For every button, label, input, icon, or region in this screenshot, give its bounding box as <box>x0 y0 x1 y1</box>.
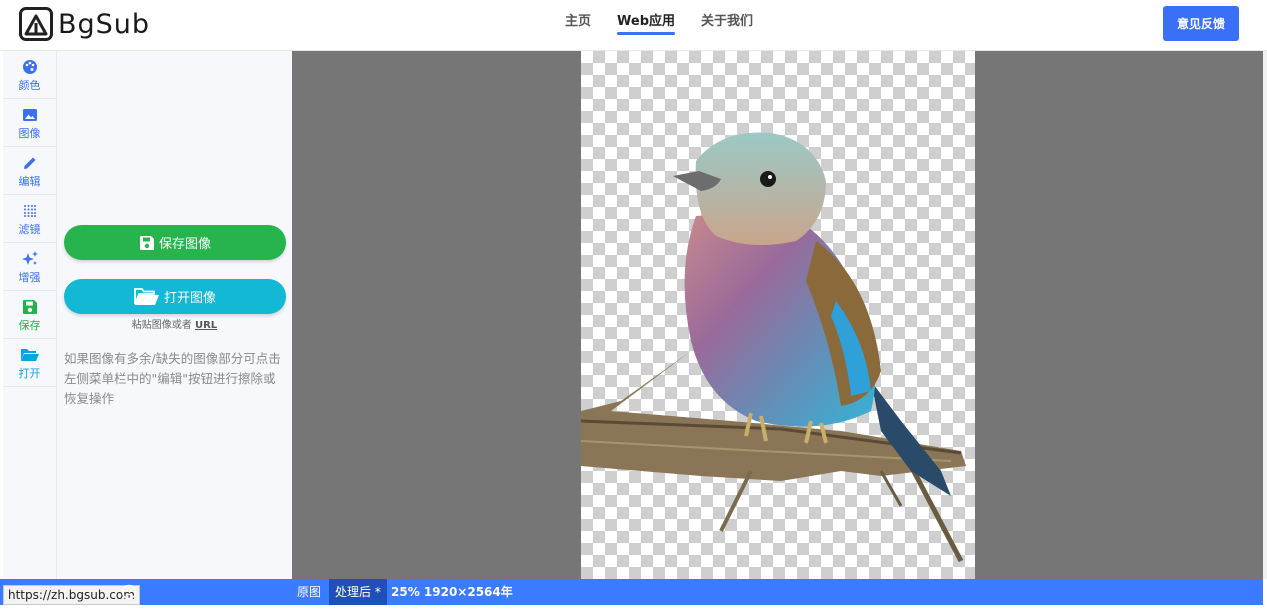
status-bar: https://zh.bgsub.com 原图 处理后 * 25% 1920×2… <box>0 579 1263 605</box>
tool-sidebar: 颜色 图像 编辑 滤镜 增强 保存 打开 <box>3 51 57 579</box>
edit-tip-text: 如果图像有多余/缺失的图像部分可点击左侧菜单栏中的"编辑"按钮进行擦除或恢复操作 <box>64 351 281 406</box>
link-url-tooltip: https://zh.bgsub.com <box>3 585 140 605</box>
logo[interactable]: BgSub <box>19 6 150 42</box>
tool-save-label: 保存 <box>18 318 41 332</box>
logo-icon <box>19 7 53 41</box>
sad-face-icon[interactable] <box>121 584 137 603</box>
tool-save[interactable]: 保存 <box>3 291 56 339</box>
tool-color-label: 颜色 <box>18 78 41 92</box>
vertical-scrollbar[interactable] <box>1263 51 1267 579</box>
folder-open-icon <box>134 287 160 306</box>
tab-original-image[interactable]: 原图 <box>297 579 321 605</box>
pencil-icon <box>22 153 38 173</box>
tool-enhance[interactable]: 增强 <box>3 243 56 291</box>
tool-image-label: 图像 <box>18 126 41 140</box>
image-canvas[interactable] <box>292 51 1263 579</box>
logo-text: BgSub <box>58 8 151 40</box>
nav-web-app[interactable]: Web应用 <box>617 0 676 51</box>
filter-grid-icon <box>22 201 38 221</box>
floppy-disk-icon <box>22 297 38 317</box>
nav-about[interactable]: 关于我们 <box>701 0 753 51</box>
paste-hint: 粘贴图像或者 URL <box>57 316 292 331</box>
save-image-label: 保存图像 <box>158 237 211 252</box>
paste-url-link[interactable]: URL <box>195 320 217 331</box>
floppy-disk-icon <box>139 235 155 251</box>
save-image-button[interactable]: 保存图像 <box>64 225 286 260</box>
tool-open-label: 打开 <box>18 366 41 380</box>
tab-processed-image[interactable]: 处理后 * <box>329 579 387 605</box>
tool-color[interactable]: 颜色 <box>3 51 56 99</box>
tool-filter-label: 滤镜 <box>18 222 41 236</box>
tool-image[interactable]: 图像 <box>3 99 56 147</box>
top-header: BgSub 主页 Web应用 关于我们 意见反馈 <box>0 0 1267 51</box>
paste-hint-text: 粘贴图像或者 <box>131 320 192 331</box>
open-image-button[interactable]: 打开图像 <box>64 279 286 314</box>
tool-edit-label: 编辑 <box>18 174 41 188</box>
folder-open-icon <box>20 345 40 365</box>
sparkle-icon <box>21 249 39 269</box>
open-image-label: 打开图像 <box>163 291 216 306</box>
zoom-dimension-readout: 25% 1920×2564年 <box>391 585 513 599</box>
side-panel: 保存图像 打开图像 粘贴图像或者 URL 如果图像有多余/缺失的图像部分可点击左… <box>57 51 292 579</box>
image-icon <box>22 105 38 125</box>
feedback-button[interactable]: 意见反馈 <box>1163 6 1239 41</box>
transparent-image-preview[interactable] <box>581 51 975 579</box>
tool-filter[interactable]: 滤镜 <box>3 195 56 243</box>
tool-edit[interactable]: 编辑 <box>3 147 56 195</box>
tool-enhance-label: 增强 <box>18 270 41 284</box>
bird-on-branch-image <box>581 132 966 563</box>
palette-icon <box>22 57 38 77</box>
nav-home[interactable]: 主页 <box>565 0 591 51</box>
tool-open[interactable]: 打开 <box>3 339 56 387</box>
main-nav: 主页 Web应用 关于我们 <box>565 0 779 51</box>
